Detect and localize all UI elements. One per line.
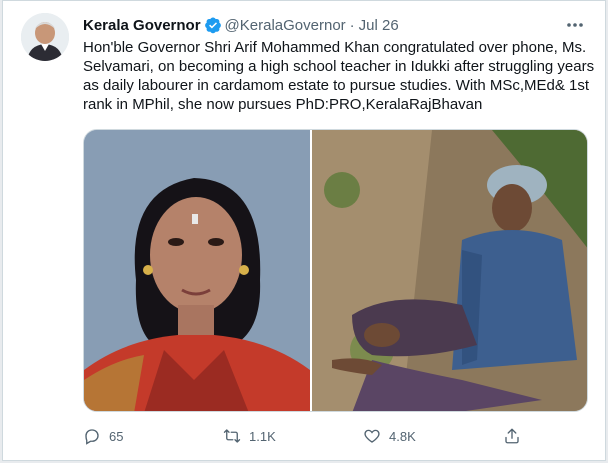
reply-count: 65 bbox=[109, 428, 124, 444]
tweet-actions: 65 1.1K 4.8K bbox=[83, 422, 553, 450]
heart-icon bbox=[364, 429, 380, 443]
more-horizontal-icon[interactable] bbox=[565, 15, 585, 35]
author-name[interactable]: Kerala Governor bbox=[83, 17, 201, 34]
portrait-image bbox=[84, 130, 310, 411]
verified-badge-icon bbox=[204, 17, 221, 34]
media-photo-portrait[interactable] bbox=[84, 130, 310, 411]
tweet-media[interactable] bbox=[83, 129, 588, 412]
tweet-header: Kerala Governor @KeralaGovernor · Jul 26 bbox=[83, 15, 585, 35]
tweet-card[interactable]: Kerala Governor @KeralaGovernor · Jul 26… bbox=[2, 0, 606, 461]
retweet-button[interactable]: 1.1K bbox=[223, 427, 363, 445]
media-photo-estate[interactable] bbox=[312, 130, 587, 411]
like-button[interactable]: 4.8K bbox=[363, 427, 503, 445]
share-button[interactable] bbox=[503, 427, 543, 445]
reply-icon bbox=[85, 429, 99, 445]
like-count: 4.8K bbox=[389, 428, 416, 444]
avatar[interactable] bbox=[21, 13, 69, 61]
share-icon bbox=[505, 428, 519, 444]
estate-image bbox=[312, 130, 587, 411]
retweet-icon bbox=[223, 429, 241, 443]
separator-dot: · bbox=[349, 16, 355, 34]
retweet-count: 1.1K bbox=[249, 428, 276, 444]
avatar-photo bbox=[21, 13, 69, 61]
more-dots-icon bbox=[567, 23, 583, 27]
tweet-text: Hon'ble Governor Shri Arif Mohammed Khan… bbox=[83, 39, 595, 113]
reply-button[interactable]: 65 bbox=[83, 427, 223, 445]
author-handle[interactable]: @KeralaGovernor bbox=[225, 17, 346, 34]
tweet-date[interactable]: Jul 26 bbox=[359, 17, 399, 34]
